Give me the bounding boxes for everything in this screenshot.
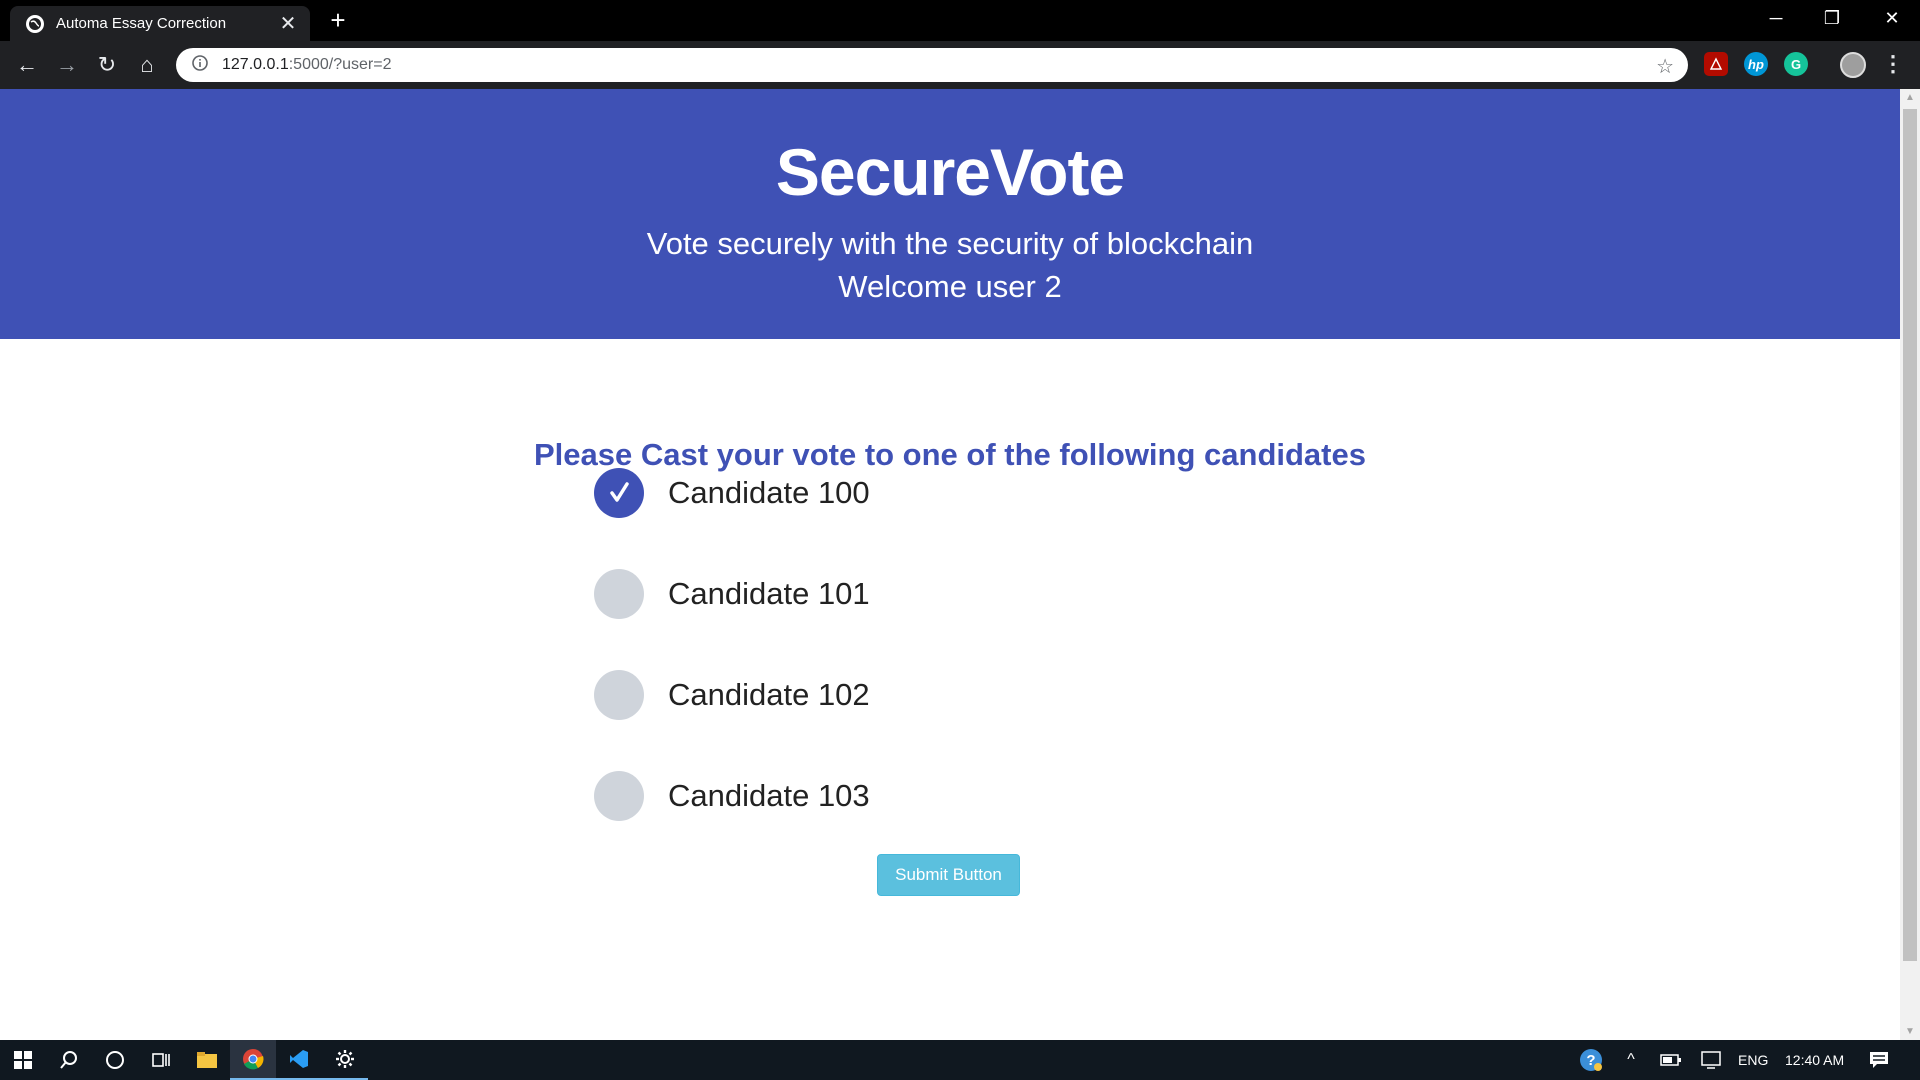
profile-avatar[interactable]	[1840, 52, 1866, 78]
candidate-radio[interactable]	[594, 669, 644, 720]
grammarly-extension-icon[interactable]: G	[1784, 52, 1808, 76]
url-text: 127.0.0.1:5000/?user=2	[222, 56, 391, 74]
url-path: :5000/?user=2	[288, 56, 392, 73]
page-scrollbar[interactable]: ▲ ▼	[1900, 89, 1920, 1040]
browser-toolbar: ← → ↻ ⌂ 127.0.0.1:5000/?user=2 ☆ hp G ⋮	[0, 41, 1920, 89]
windows-start-icon[interactable]	[0, 1040, 46, 1080]
hero-banner: SecureVote Vote securely with the securi…	[0, 89, 1900, 339]
candidate-radio[interactable]	[594, 770, 644, 821]
tab-title: Automa Essay Correction	[56, 15, 227, 32]
scroll-thumb[interactable]	[1903, 109, 1917, 961]
candidate-option[interactable]: Candidate 103	[594, 745, 870, 846]
restore-button[interactable]: ❐	[1804, 0, 1860, 36]
candidate-label: Candidate 101	[668, 575, 870, 611]
url-host: 127.0.0.1	[222, 56, 289, 73]
minimize-button[interactable]: ─	[1748, 0, 1804, 36]
hp-extension-icon[interactable]: hp	[1744, 52, 1768, 76]
browser-menu-icon[interactable]: ⋮	[1882, 51, 1904, 77]
acrobat-extension-icon[interactable]	[1704, 52, 1728, 76]
windows-taskbar: ? ^ ENG 12:40 AM	[0, 1040, 1920, 1080]
submit-button[interactable]: Submit Button	[877, 854, 1020, 896]
taskbar-clock[interactable]: 12:40 AM	[1785, 1040, 1844, 1080]
welcome-message: Welcome user 2	[838, 269, 1062, 304]
search-icon[interactable]	[46, 1040, 92, 1080]
vote-form: Please Cast your vote to one of the foll…	[0, 437, 1900, 473]
notifications-icon[interactable]	[1856, 1040, 1902, 1080]
candidate-radio-checked[interactable]	[594, 467, 644, 518]
candidate-label: Candidate 103	[668, 777, 870, 813]
candidate-label: Candidate 100	[668, 474, 870, 510]
tab-close-icon[interactable]: ✕	[278, 11, 298, 36]
candidate-option[interactable]: Candidate 102	[594, 644, 870, 745]
candidate-radio[interactable]	[594, 568, 644, 619]
vote-prompt: Please Cast your vote to one of the foll…	[534, 437, 1366, 472]
candidate-option[interactable]: Candidate 101	[594, 543, 870, 644]
close-window-button[interactable]: ✕	[1864, 0, 1920, 36]
vscode-taskbar-icon[interactable]	[276, 1040, 322, 1080]
cortana-icon[interactable]	[92, 1040, 138, 1080]
reload-button[interactable]: ↻	[91, 49, 123, 81]
info-icon[interactable]	[192, 54, 208, 76]
bookmark-star-icon[interactable]: ☆	[1656, 54, 1674, 79]
globe-icon	[26, 14, 44, 33]
home-button[interactable]: ⌂	[131, 49, 163, 81]
page-title: SecureVote	[775, 135, 1125, 209]
file-explorer-icon[interactable]	[184, 1040, 230, 1080]
chrome-taskbar-icon[interactable]	[230, 1040, 276, 1080]
candidate-label: Candidate 102	[668, 676, 870, 712]
settings-gear-icon[interactable]	[322, 1040, 368, 1080]
page-subtitle: Vote securely with the security of block…	[646, 226, 1254, 261]
scroll-down-arrow-icon[interactable]: ▼	[1900, 1023, 1920, 1040]
browser-tab[interactable]: Automa Essay Correction ✕	[10, 6, 310, 41]
back-button[interactable]: ←	[11, 49, 43, 81]
address-bar[interactable]: 127.0.0.1:5000/?user=2 ☆	[176, 48, 1688, 82]
network-icon[interactable]	[1688, 1040, 1734, 1080]
candidate-list: Candidate 100 Candidate 101 Candidate 10…	[594, 442, 870, 846]
scroll-up-arrow-icon[interactable]: ▲	[1900, 89, 1920, 106]
page-viewport: SecureVote Vote securely with the securi…	[0, 89, 1900, 1040]
browser-tabstrip: Automa Essay Correction ✕ + ─ ❐ ✕	[0, 0, 1920, 41]
task-view-icon[interactable]	[138, 1040, 184, 1080]
new-tab-button[interactable]: +	[324, 6, 352, 34]
candidate-option[interactable]: Candidate 100	[594, 442, 870, 543]
language-indicator[interactable]: ENG	[1738, 1040, 1768, 1080]
forward-button[interactable]: →	[51, 49, 83, 81]
checkmark-icon	[610, 481, 629, 502]
